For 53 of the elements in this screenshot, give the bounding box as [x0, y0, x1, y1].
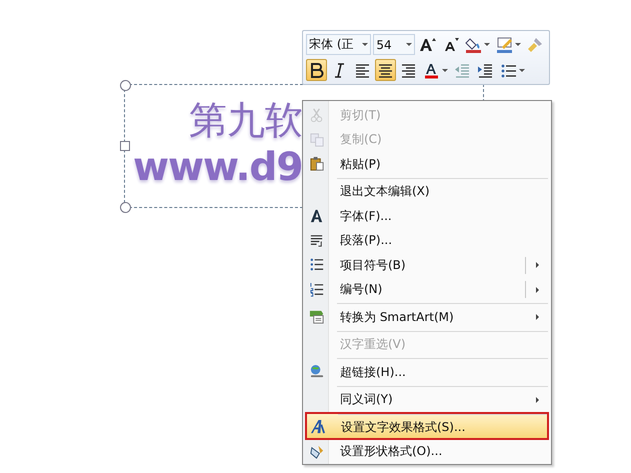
bullet-list-icon — [500, 62, 517, 79]
bold-icon — [308, 62, 325, 79]
align-right-icon — [400, 62, 417, 79]
menu-item[interactable]: 设置形状格式(O)... — [305, 440, 549, 464]
indent-icon — [477, 62, 494, 79]
font-color-icon — [423, 62, 440, 79]
submenu-arrow-icon — [536, 286, 539, 293]
caret-icon — [519, 68, 525, 72]
pen-icon — [496, 36, 513, 54]
submenu-arrow-icon — [536, 262, 539, 268]
outdent-icon — [454, 62, 471, 79]
caret-icon — [442, 68, 448, 72]
scissors-icon — [309, 107, 325, 124]
menu-item[interactable]: 项目符号(B) — [305, 253, 549, 278]
bold-button[interactable] — [306, 59, 327, 82]
letter-icon — [309, 208, 325, 224]
caret-icon — [362, 43, 368, 46]
align-center-icon — [377, 62, 394, 79]
align-left-icon — [354, 62, 371, 79]
font-shrink-icon — [442, 36, 459, 54]
menu-item[interactable]: 粘贴(P) — [305, 152, 549, 176]
menu-item[interactable]: 同义词(Y) — [305, 384, 549, 412]
menu-item[interactable]: 段落(P)... — [305, 228, 549, 253]
resize-handle[interactable] — [120, 141, 130, 151]
submenu-arrow-icon — [536, 396, 539, 403]
caret-icon — [515, 43, 521, 46]
clipboard-icon — [309, 156, 325, 172]
caret-icon — [484, 43, 490, 46]
numbered-list-icon — [309, 282, 325, 298]
caret-icon — [406, 43, 412, 46]
brush-icon — [527, 36, 544, 54]
submenu-arrow-icon — [536, 314, 539, 320]
font-dropdown[interactable]: 宋体 (正 — [306, 34, 372, 56]
menu-item[interactable]: 设置文字效果格式(S)... — [305, 412, 549, 440]
slide-text: 第九软 — [188, 97, 303, 143]
size-dropdown[interactable]: 54 — [373, 34, 415, 56]
menu-item[interactable]: 退出文本编辑(X) — [305, 176, 549, 204]
align-center-button[interactable] — [375, 59, 396, 82]
brush-icon — [309, 444, 325, 460]
resize-handle[interactable] — [120, 202, 131, 213]
bullet-list-icon — [309, 257, 325, 274]
menu-item[interactable]: 字体(F)... — [305, 204, 549, 228]
menu-item[interactable]: 编号(N) — [305, 278, 549, 302]
paragraph-icon — [309, 232, 325, 249]
resize-handle[interactable] — [120, 80, 131, 91]
menu-item[interactable]: 转换为 SmartArt(M) — [305, 302, 549, 330]
paint-bucket-icon — [465, 36, 482, 54]
slide-text: www.d9 — [133, 144, 302, 192]
menu-item[interactable]: 超链接(H)... — [305, 357, 549, 384]
diagram-icon — [309, 309, 325, 326]
font-grow-icon — [419, 36, 436, 54]
letter-icon — [310, 419, 326, 436]
copy-icon — [309, 132, 325, 148]
